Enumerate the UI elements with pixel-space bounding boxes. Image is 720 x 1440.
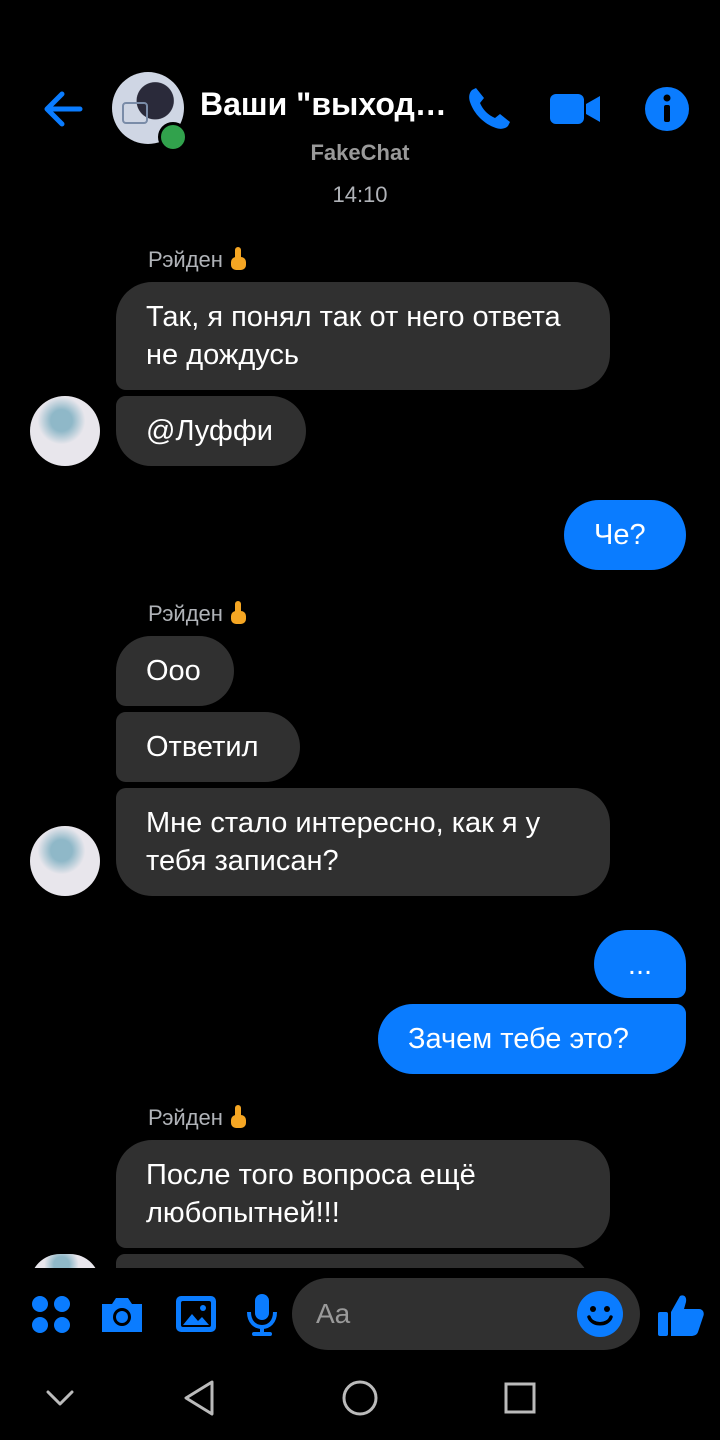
app-name: FakeChat (310, 140, 410, 165)
camera-glyph-icon (122, 102, 148, 124)
chevron-down-icon[interactable] (38, 1376, 82, 1420)
message-bubble-outgoing[interactable]: ... (594, 930, 686, 998)
system-navigation-bar (0, 1360, 720, 1440)
middle-finger-emoji-icon (230, 247, 246, 270)
message-bubble[interactable]: После того вопроса ещё любопытней!!! (116, 1140, 610, 1248)
message-bubble[interactable]: Так, я понял так от него ответа не дожду… (116, 282, 610, 390)
input-placeholder: Aa (316, 1298, 351, 1329)
message-bubble[interactable]: @Луффи (116, 396, 306, 466)
message-composer: Aa (0, 1268, 720, 1360)
middle-finger-emoji-icon (230, 1105, 246, 1128)
middle-finger-emoji-icon (230, 601, 246, 624)
microphone-icon[interactable] (238, 1290, 286, 1338)
home-circle-icon[interactable] (338, 1376, 382, 1420)
sender-label: Рэйден (148, 1105, 223, 1130)
sender-avatar[interactable] (30, 396, 100, 466)
recents-square-icon[interactable] (498, 1376, 542, 1420)
sender-label: Рэйден (148, 601, 223, 626)
chat-title[interactable]: Ваши "выходн... (200, 86, 460, 123)
gallery-icon[interactable] (172, 1290, 220, 1338)
phone-call-icon[interactable] (462, 82, 516, 136)
chat-screen: Ваши "выходн... FakeChat 14:10 Рэйден Та… (0, 0, 720, 1440)
message-bubble-outgoing[interactable]: Че? (564, 500, 686, 570)
video-call-icon[interactable] (548, 82, 602, 136)
back-triangle-icon[interactable] (178, 1376, 222, 1420)
message-bubble[interactable]: Мне стало интересно, как я у тебя записа… (116, 788, 610, 896)
message-bubble[interactable]: Ответил (116, 712, 300, 782)
like-icon[interactable] (656, 1290, 706, 1340)
message-bubble-outgoing[interactable]: Зачем тебе это? (378, 1004, 686, 1074)
camera-icon[interactable] (98, 1290, 146, 1338)
info-icon[interactable] (640, 82, 694, 136)
sender-name: Рэйден (148, 246, 249, 273)
sender-name: Рэйден (148, 1104, 249, 1131)
apps-icon[interactable] (28, 1290, 76, 1338)
message-input[interactable]: Aa (292, 1278, 640, 1350)
timestamp: 14:10 (332, 182, 388, 207)
sender-name: Рэйден (148, 600, 249, 627)
message-bubble[interactable]: Ооо (116, 636, 234, 706)
sender-label: Рэйден (148, 247, 223, 272)
sender-avatar[interactable] (30, 826, 100, 896)
back-arrow-icon[interactable] (36, 82, 90, 136)
emoji-icon[interactable] (576, 1290, 624, 1338)
